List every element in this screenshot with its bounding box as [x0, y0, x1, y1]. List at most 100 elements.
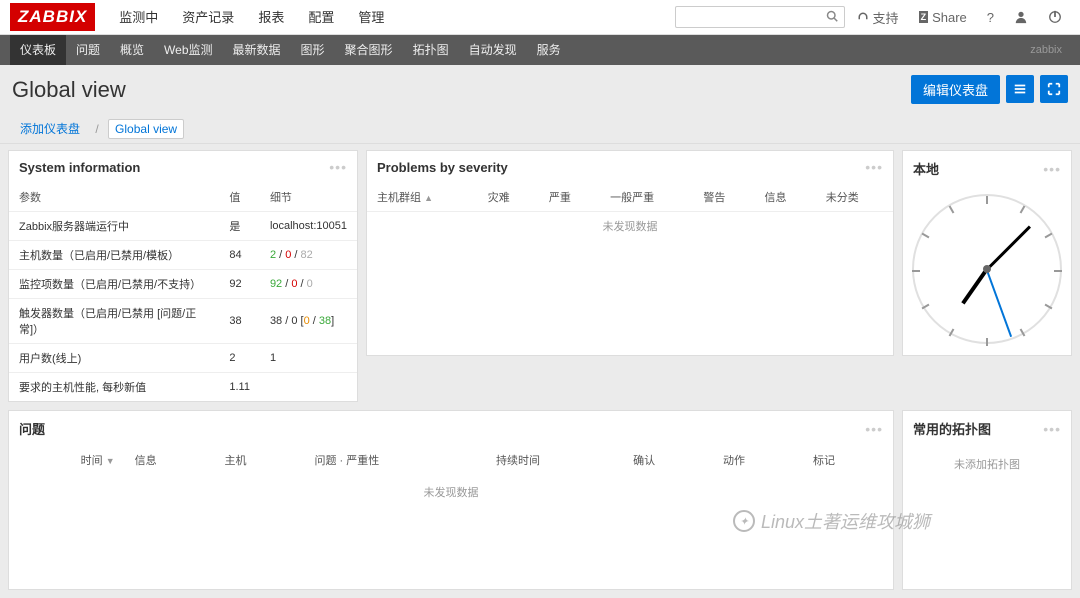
column-header[interactable]: 信息 — [125, 446, 215, 474]
page-title: Global view — [12, 77, 126, 103]
edit-dashboard-button[interactable]: 编辑仪表盘 — [911, 75, 1000, 104]
widget-title: 本地 — [913, 159, 939, 178]
list-icon[interactable] — [1006, 75, 1034, 103]
problems-widget: 问题 ••• 时间 ▼信息主机问题 · 严重性持续时间确认动作标记 未发现数据 — [8, 410, 894, 590]
column-header[interactable]: 警告 — [693, 183, 754, 212]
widget-menu-icon[interactable]: ••• — [865, 421, 883, 437]
column-header[interactable]: 信息 — [755, 183, 816, 212]
topnav-item[interactable]: 资产记录 — [170, 0, 246, 35]
column-header[interactable]: 未分类 — [816, 183, 893, 212]
power-icon[interactable] — [1040, 6, 1070, 28]
problems-table: 时间 ▼信息主机问题 · 严重性持续时间确认动作标记 — [9, 446, 893, 474]
subnav-item[interactable]: 图形 — [291, 35, 335, 65]
system-information-widget: System information ••• 参数值细节 Zabbix服务器端运… — [8, 150, 358, 402]
column-header[interactable]: 持续时间 — [486, 446, 623, 474]
topnav-item[interactable]: 报表 — [246, 0, 296, 35]
column-header[interactable]: 时间 ▼ — [9, 446, 125, 474]
clock-mark — [1020, 206, 1026, 214]
sub-navigation: 仪表板问题概览Web监测最新数据图形聚合图形拓扑图自动发现服务 zabbix — [0, 35, 1080, 65]
subnav-item[interactable]: 概览 — [110, 35, 154, 65]
table-row: 监控项数量（已启用/已禁用/不支持）9292 / 0 / 0 — [9, 270, 357, 299]
subnav-item[interactable]: 仪表板 — [10, 35, 66, 65]
detail-cell: localhost:10051 — [260, 212, 357, 241]
problems-by-severity-widget: Problems by severity ••• 主机群组 ▲灾难严重一般严重警… — [366, 150, 894, 356]
detail-cell: 2 / 0 / 82 — [260, 241, 357, 270]
column-header[interactable]: 确认 — [623, 446, 713, 474]
system-info-table: 参数值细节 Zabbix服务器端运行中是localhost:10051主机数量（… — [9, 183, 357, 401]
widget-menu-icon[interactable]: ••• — [329, 159, 347, 175]
clock-mark — [949, 329, 955, 337]
topology-widget: 常用的拓扑图 ••• 未添加拓扑图 — [902, 410, 1072, 590]
column-header[interactable]: 动作 — [713, 446, 803, 474]
param-cell: 触发器数量（已启用/已禁用 [问题/正常]） — [9, 299, 219, 344]
widget-title: System information — [19, 160, 140, 175]
share-icon: Z — [919, 11, 929, 23]
zabbix-logo[interactable]: ZABBIX — [10, 3, 95, 31]
column-header[interactable]: 主机 — [215, 446, 305, 474]
topnav-item[interactable]: 监测中 — [107, 0, 170, 35]
column-header: 参数 — [9, 183, 219, 212]
widget-menu-icon[interactable]: ••• — [1043, 161, 1061, 177]
table-row: 主机数量（已启用/已禁用/模板）842 / 0 / 82 — [9, 241, 357, 270]
search-input[interactable] — [675, 6, 845, 28]
breadcrumb-add-dashboard[interactable]: 添加仪表盘 — [14, 120, 86, 138]
detail-cell: 38 / 0 [0 / 38] — [260, 299, 357, 344]
column-header[interactable]: 一般严重 — [600, 183, 693, 212]
value-cell: 84 — [219, 241, 260, 270]
clock-mark — [922, 304, 930, 310]
table-row: 用户数(线上)21 — [9, 344, 357, 373]
support-link[interactable]: 支持 — [849, 4, 907, 31]
topnav-item[interactable]: 配置 — [296, 0, 346, 35]
widget-title: Problems by severity — [377, 160, 508, 175]
top-nav-links: 监测中资产记录报表配置管理 — [107, 0, 396, 35]
subnav-item[interactable]: 拓扑图 — [403, 35, 459, 65]
column-header: 细节 — [260, 183, 357, 212]
clock-mark — [986, 338, 988, 346]
clock-center — [983, 265, 991, 273]
value-cell: 38 — [219, 299, 260, 344]
breadcrumb-separator: / — [89, 120, 104, 138]
fullscreen-icon[interactable] — [1040, 75, 1068, 103]
detail-cell — [260, 373, 357, 402]
widget-title: 常用的拓扑图 — [913, 419, 991, 438]
value-cell: 1.11 — [219, 373, 260, 402]
widget-menu-icon[interactable]: ••• — [865, 159, 883, 175]
column-header[interactable]: 问题 · 严重性 — [304, 446, 486, 474]
help-icon[interactable]: ? — [979, 6, 1002, 29]
param-cell: 用户数(线上) — [9, 344, 219, 373]
subnav-item[interactable]: Web监测 — [154, 35, 222, 65]
widget-menu-icon[interactable]: ••• — [1043, 421, 1061, 437]
clock-hour-hand — [961, 268, 988, 305]
subnav-item[interactable]: 最新数据 — [223, 35, 291, 65]
subnav-item[interactable]: 问题 — [66, 35, 110, 65]
subnav-item[interactable]: 自动发现 — [459, 35, 527, 65]
column-header[interactable]: 标记 — [803, 446, 893, 474]
clock-mark — [1054, 270, 1062, 272]
clock-mark — [922, 233, 930, 239]
topnav-item[interactable]: 管理 — [346, 0, 396, 35]
table-row: 要求的主机性能, 每秒新值1.11 — [9, 373, 357, 402]
clock-mark — [1020, 329, 1026, 337]
param-cell: 要求的主机性能, 每秒新值 — [9, 373, 219, 402]
column-header[interactable]: 严重 — [539, 183, 600, 212]
share-link[interactable]: Z Share — [911, 6, 975, 29]
detail-cell: 92 / 0 / 0 — [260, 270, 357, 299]
page-header: Global view 编辑仪表盘 — [0, 65, 1080, 114]
subnav-item[interactable]: 聚合图形 — [335, 35, 403, 65]
clock-mark — [986, 196, 988, 204]
breadcrumb-current[interactable]: Global view — [108, 119, 184, 139]
severity-table: 主机群组 ▲灾难严重一般严重警告信息未分类 未发现数据 — [367, 183, 893, 240]
value-cell: 2 — [219, 344, 260, 373]
table-row: 触发器数量（已启用/已禁用 [问题/正常]）3838 / 0 [0 / 38] — [9, 299, 357, 344]
breadcrumb: 添加仪表盘 / Global view — [0, 114, 1080, 144]
headset-icon — [857, 11, 869, 23]
search-icon — [826, 10, 838, 25]
param-cell: 监控项数量（已启用/已禁用/不支持） — [9, 270, 219, 299]
subnav-item[interactable]: 服务 — [527, 35, 571, 65]
no-data-text: 未发现数据 — [9, 474, 893, 510]
column-header[interactable]: 灾难 — [478, 183, 539, 212]
column-header[interactable]: 主机群组 ▲ — [367, 183, 478, 212]
user-icon[interactable] — [1006, 6, 1036, 28]
widget-title: 问题 — [19, 419, 45, 438]
local-clock-widget: 本地 ••• — [902, 150, 1072, 356]
